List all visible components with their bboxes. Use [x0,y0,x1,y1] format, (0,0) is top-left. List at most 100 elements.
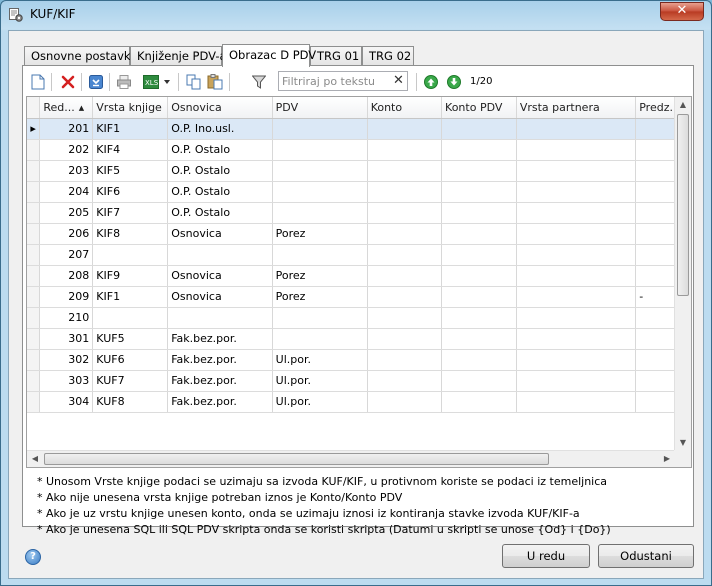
grid-cell[interactable] [167,244,273,266]
grid-cell[interactable]: 206 [39,223,94,245]
grid-cell[interactable] [272,181,368,203]
ok-button[interactable]: U redu [502,544,590,568]
row-indicator[interactable] [27,244,41,266]
grid-cell[interactable] [367,202,443,224]
grid-cell[interactable] [367,265,443,287]
grid-cell[interactable] [441,202,517,224]
table-row[interactable]: 304 KUF8 Fak.bez.por. Ul.por. [27,391,691,413]
grid-cell[interactable]: 301 [39,328,94,350]
grid-cell[interactable]: 204 [39,181,94,203]
grid-cell[interactable]: Porez [272,223,368,245]
grid-cell[interactable] [367,223,443,245]
grid-cell[interactable] [516,265,637,287]
grid-cell[interactable]: KUF5 [92,328,169,350]
grid-cell[interactable] [167,307,273,329]
grid-cell[interactable]: 304 [39,391,94,413]
table-row[interactable]: 204 KIF6 O.P. Ostalo [27,181,691,203]
grid-cell[interactable] [441,118,517,140]
grid-cell[interactable]: KIF1 [92,118,169,140]
grid-cell[interactable]: 210 [39,307,94,329]
grid-cell[interactable] [367,307,443,329]
table-row[interactable]: ▸ 201 KIF1 O.P. Ino.usl. [27,118,691,140]
grid-cell[interactable] [272,139,368,161]
grid-cell[interactable] [272,328,368,350]
next-page-icon[interactable] [445,73,463,91]
grid-cell[interactable] [516,139,637,161]
vertical-scroll-thumb[interactable] [677,114,689,296]
grid-cell[interactable]: Fak.bez.por. [167,349,273,371]
grid-cell[interactable]: 303 [39,370,94,392]
table-row[interactable]: 303 KUF7 Fak.bez.por. Ul.por. [27,370,691,392]
grid-cell[interactable]: Osnovica [167,286,273,308]
row-indicator[interactable] [27,286,41,308]
grid-cell[interactable]: Ul.por. [272,349,368,371]
grid-cell[interactable] [441,349,517,371]
row-indicator[interactable] [27,370,41,392]
grid-cell[interactable] [516,286,637,308]
grid-cell[interactable] [92,307,169,329]
table-row[interactable]: 301 KUF5 Fak.bez.por. [27,328,691,350]
grid-cell[interactable]: KIF7 [92,202,169,224]
grid-cell[interactable] [92,244,169,266]
column-header-konto[interactable]: Konto [367,97,443,119]
grid-cell[interactable]: O.P. Ostalo [167,181,273,203]
previous-page-icon[interactable] [422,73,440,91]
grid-cell[interactable] [516,181,637,203]
grid-cell[interactable]: 203 [39,160,94,182]
grid-cell[interactable] [272,160,368,182]
grid-cell[interactable]: 207 [39,244,94,266]
grid-cell[interactable]: Osnovica [167,223,273,245]
grid-cell[interactable] [516,118,637,140]
vertical-scrollbar[interactable]: ▲ ▼ [674,97,691,451]
row-indicator[interactable] [27,349,41,371]
row-indicator[interactable] [27,307,41,329]
grid-cell[interactable] [441,370,517,392]
grid-cell[interactable]: Osnovica [167,265,273,287]
grid-cell[interactable] [272,118,368,140]
grid-cell[interactable]: 205 [39,202,94,224]
row-indicator[interactable] [27,328,41,350]
row-indicator[interactable] [27,391,41,413]
grid-cell[interactable] [367,370,443,392]
grid-cell[interactable]: 208 [39,265,94,287]
grid-cell[interactable]: KUF6 [92,349,169,371]
grid-cell[interactable] [272,307,368,329]
grid-cell[interactable]: 201 [39,118,94,140]
scroll-up-arrow-icon[interactable]: ▲ [675,97,691,113]
paste-icon[interactable] [206,73,224,91]
filter-funnel-icon[interactable] [250,73,268,91]
grid-cell[interactable] [441,244,517,266]
grid-cell[interactable]: Ul.por. [272,391,368,413]
grid-cell[interactable] [441,391,517,413]
horizontal-scrollbar[interactable]: ◀ ▶ [27,450,675,467]
grid-cell[interactable] [367,118,443,140]
table-row[interactable]: 202 KIF4 O.P. Ostalo [27,139,691,161]
column-header-pdv[interactable]: PDV [272,97,368,119]
table-row[interactable]: 208 KIF9 Osnovica Porez [27,265,691,287]
grid-cell[interactable] [441,223,517,245]
grid-cell[interactable]: Fak.bez.por. [167,391,273,413]
grid-cell[interactable] [367,286,443,308]
grid-cell[interactable] [516,244,637,266]
table-row[interactable]: 205 KIF7 O.P. Ostalo [27,202,691,224]
grid-cell[interactable] [441,328,517,350]
grid-cell[interactable]: KIF8 [92,223,169,245]
grid-cell[interactable] [441,307,517,329]
grid-cell[interactable] [441,265,517,287]
grid-cell[interactable]: Ul.por. [272,370,368,392]
grid-cell[interactable] [367,139,443,161]
row-indicator[interactable] [27,265,41,287]
grid-cell[interactable]: KIF6 [92,181,169,203]
grid-cell[interactable]: O.P. Ostalo [167,139,273,161]
grid-cell[interactable] [367,391,443,413]
table-row[interactable]: 209 KIF1 Osnovica Porez - [27,286,691,308]
scroll-left-arrow-icon[interactable]: ◀ [27,451,43,467]
grid-cell[interactable] [441,139,517,161]
grid-cell[interactable] [516,349,637,371]
help-icon[interactable]: ? [25,549,41,565]
tab-obrazac-d-pdv[interactable]: Obrazac D PDV [222,44,316,67]
row-indicator[interactable] [27,223,41,245]
tab-trg-02[interactable]: TRG 02 [362,46,414,66]
table-row[interactable]: 210 [27,307,691,329]
tab-osnovne-postavke[interactable]: Osnovne postavke [24,46,137,66]
